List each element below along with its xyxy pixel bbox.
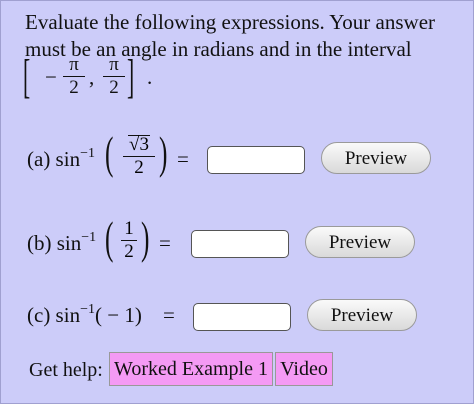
right-bracket: ] bbox=[127, 50, 135, 103]
preview-button-a[interactable]: Preview bbox=[321, 142, 431, 174]
left-paren: ( bbox=[105, 127, 114, 178]
minus-sign: − bbox=[45, 65, 57, 89]
answer-input-c[interactable] bbox=[193, 303, 291, 331]
problem-instructions: Evaluate the following expressions. Your… bbox=[25, 10, 436, 61]
period: . bbox=[147, 65, 153, 89]
worked-example-button[interactable]: Worked Example 1 bbox=[109, 352, 273, 386]
equals-sign: = bbox=[163, 303, 175, 327]
part-b-row: (b) sin−1 ( 1 2 ) = Preview bbox=[1, 213, 473, 273]
fraction-neg-pi-over-2: π 2 bbox=[63, 55, 85, 98]
part-c-row: (c) sin−1( − 1) = Preview bbox=[1, 295, 473, 355]
preview-button-b[interactable]: Preview bbox=[305, 226, 415, 258]
left-bracket: [ bbox=[23, 50, 31, 103]
part-a-row: (a) sin−1 ( √3 2 ) = Preview bbox=[1, 127, 473, 187]
problem-panel: Evaluate the following expressions. Your… bbox=[0, 0, 474, 404]
right-paren: ) bbox=[159, 127, 168, 178]
part-a-label: (a) sin−1 bbox=[27, 146, 95, 171]
left-paren: ( bbox=[105, 212, 114, 263]
part-c-label: (c) sin−1( − 1) bbox=[27, 302, 142, 327]
equals-sign: = bbox=[177, 147, 189, 171]
equals-sign: = bbox=[159, 231, 171, 255]
comma: , bbox=[89, 65, 95, 89]
part-b-label: (b) sin−1 bbox=[27, 230, 97, 255]
right-paren: ) bbox=[141, 212, 150, 263]
fraction-pi-over-2: π 2 bbox=[103, 55, 125, 98]
fraction-root3-over-2: √3 2 bbox=[123, 135, 155, 178]
video-button[interactable]: Video bbox=[275, 352, 333, 386]
answer-input-b[interactable] bbox=[191, 230, 289, 258]
answer-input-a[interactable] bbox=[207, 146, 305, 174]
preview-button-c[interactable]: Preview bbox=[307, 299, 417, 331]
fraction-1-over-2: 1 2 bbox=[121, 219, 137, 262]
get-help-label: Get help: bbox=[29, 359, 103, 381]
